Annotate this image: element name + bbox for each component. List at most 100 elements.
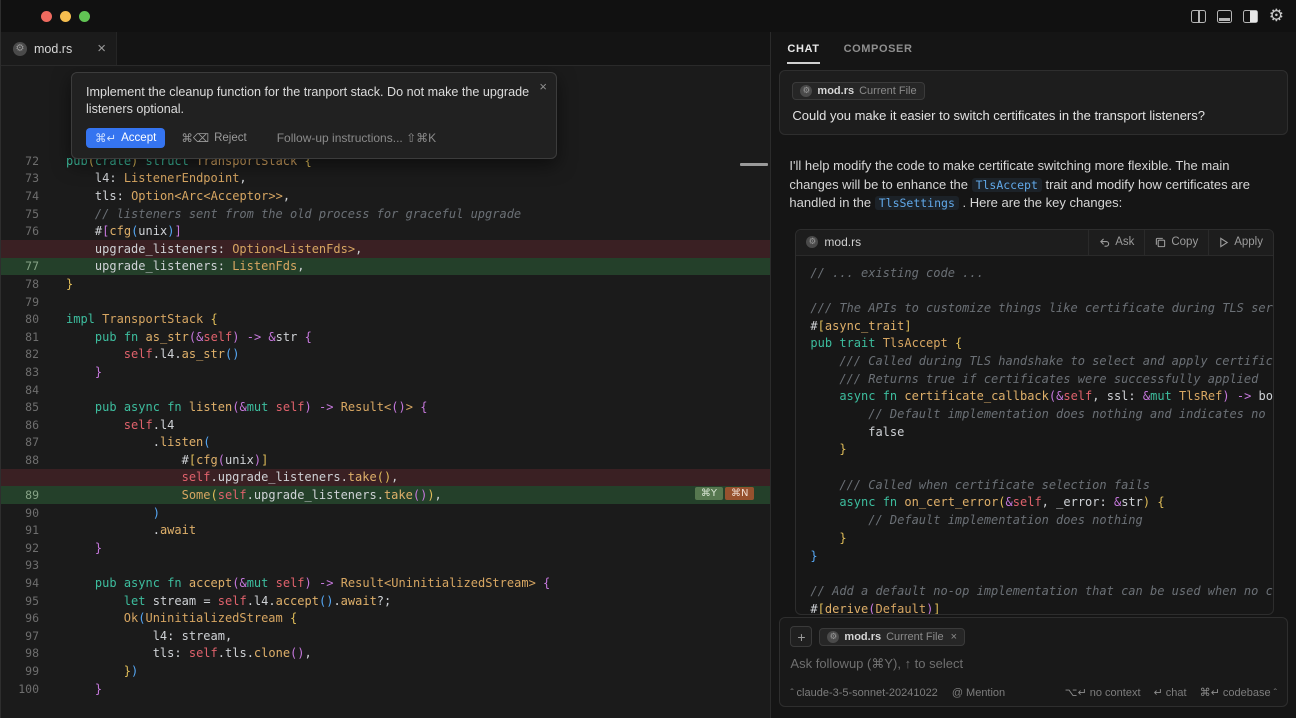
overview-ruler-mark [740, 163, 768, 166]
code-text: self.l4.as_str() [49, 347, 239, 361]
assistant-message-text: I'll help modify the code to make certif… [789, 157, 1267, 213]
line-number: 99 [1, 664, 49, 678]
code-line: 91 .await [1, 521, 770, 539]
line-number: 97 [1, 629, 49, 643]
code-line: 99 }) [1, 662, 770, 680]
add-context-button[interactable]: + [790, 626, 812, 647]
line-number: 89 [1, 488, 49, 502]
codeblock-filename: ⚙ mod.rs [806, 235, 861, 249]
code-text: upgrade_listeners: Option<ListenFds>, [49, 242, 362, 256]
codeblock-line: #[derive(Default)] [810, 602, 1273, 614]
hunk-badges: ⌘Y⌘N [695, 487, 755, 500]
code-text: .await [49, 523, 196, 537]
rust-file-icon: ⚙ [800, 85, 812, 97]
line-number: 72 [1, 154, 49, 168]
code-text: // listeners sent from the old process f… [49, 207, 521, 221]
code-text: ) [49, 506, 160, 520]
code-line: 76 #[cfg(unix)] [1, 222, 770, 240]
accept-button[interactable]: ⌘↵ Accept [86, 128, 165, 148]
apply-button[interactable]: Apply [1208, 230, 1273, 255]
ask-button[interactable]: Ask [1088, 230, 1144, 255]
assistant-codeblock: ⚙ mod.rs Ask Copy [795, 229, 1274, 615]
code-line: 75 // listeners sent from the old proces… [1, 205, 770, 223]
split-editor-icon[interactable] [1191, 10, 1206, 23]
code-text: pub async fn listen(&mut self) -> Result… [49, 400, 427, 414]
tab-mod-rs[interactable]: ⚙ mod.rs × [1, 32, 117, 65]
reject-hunk-badge[interactable]: ⌘N [725, 487, 754, 500]
chat-input-footer: ˆ claude-3-5-sonnet-20241022 @ Mention ⌥… [790, 686, 1277, 699]
close-window-button[interactable] [41, 11, 52, 22]
code-line: 82 self.l4.as_str() [1, 346, 770, 364]
chat-input-placeholder[interactable]: Ask followup (⌘Y), ↑ to select [790, 656, 1277, 672]
code-line: 90 ) [1, 504, 770, 522]
code-text: let stream = self.l4.accept().await?; [49, 594, 391, 608]
line-number: 73 [1, 171, 49, 185]
diff-deleted-line: upgrade_listeners: Option<ListenFds>, [1, 240, 770, 258]
editor-tabbar: ⚙ mod.rs × [1, 32, 770, 66]
user-message-text: Could you make it easier to switch certi… [792, 108, 1275, 123]
codebase-shortcut[interactable]: ⌘↵ codebase ˆ [1200, 686, 1277, 699]
code-text: tls: Option<Arc<Acceptor>>, [49, 189, 290, 203]
line-number: 78 [1, 277, 49, 291]
chat-panel: CHAT COMPOSER ⚙ mod.rs Current File Coul… [770, 32, 1296, 718]
code-text: tls: self.tls.clone(), [49, 646, 312, 660]
no-context-shortcut[interactable]: ⌥↵ no context [1065, 686, 1141, 699]
line-number: 98 [1, 646, 49, 660]
line-number: 95 [1, 594, 49, 608]
settings-gear-icon[interactable]: ⚙ [1269, 8, 1284, 25]
code-text: upgrade_listeners: ListenFds, [49, 259, 304, 273]
accept-shortcut: ⌘↵ [95, 131, 116, 145]
code-line: 86 self.l4 [1, 416, 770, 434]
codeblock-line: // Add a default no-op implementation th… [810, 584, 1273, 602]
reject-button[interactable]: ⌘⌫ Reject [181, 131, 246, 145]
codeblock-line: /// Called when certificate selection fa… [810, 478, 1273, 496]
mention-button[interactable]: @ Mention [952, 687, 1005, 699]
codeblock-line [810, 460, 1273, 478]
code-editor[interactable]: 72pub(crate) struct TransportStack {73 l… [1, 152, 770, 697]
line-number: 76 [1, 224, 49, 238]
accept-hunk-badge[interactable]: ⌘Y [695, 487, 723, 500]
codeblock-header: ⚙ mod.rs Ask Copy [796, 230, 1273, 256]
line-number: 86 [1, 418, 49, 432]
inline-edit-popup: Implement the cleanup function for the t… [71, 72, 557, 159]
copy-button[interactable]: Copy [1144, 230, 1208, 255]
code-line: 98 tls: self.tls.clone(), [1, 645, 770, 663]
chat-shortcut[interactable]: ↵ chat [1154, 686, 1187, 699]
inline-edit-prompt: Implement the cleanup function for the t… [86, 84, 538, 118]
codeblock-line: } [810, 549, 1273, 567]
toggle-panel-icon[interactable] [1217, 10, 1232, 23]
chevron-up-icon: ˆ [1274, 688, 1277, 699]
tab-close-icon[interactable]: × [97, 41, 106, 56]
copy-icon [1155, 237, 1166, 248]
inline-code: TlsAccept [972, 178, 1042, 192]
model-selector[interactable]: ˆ claude-3-5-sonnet-20241022 [790, 687, 937, 699]
code-text: pub async fn accept(&mut self) -> Result… [49, 576, 550, 590]
code-line: 81 pub fn as_str(&self) -> &str { [1, 328, 770, 346]
tab-chat[interactable]: CHAT [787, 34, 819, 64]
code-text: } [49, 365, 102, 379]
popup-close-icon[interactable]: × [539, 79, 547, 94]
code-line: 85 pub async fn listen(&mut self) -> Res… [1, 398, 770, 416]
code-line: 74 tls: Option<Arc<Acceptor>>, [1, 187, 770, 205]
zoom-window-button[interactable] [79, 11, 90, 22]
followup-instructions[interactable]: Follow-up instructions... ⇧⌘K [277, 131, 436, 145]
minimize-window-button[interactable] [60, 11, 71, 22]
tab-composer[interactable]: COMPOSER [844, 34, 913, 64]
code-line: 97 l4: stream, [1, 627, 770, 645]
codeblock-line: async fn certificate_callback(&self, ssl… [810, 389, 1273, 407]
codeblock-line: pub trait TlsAccept { [810, 336, 1273, 354]
code-text: l4: stream, [49, 629, 232, 643]
codeblock-line [810, 283, 1273, 301]
line-number: 88 [1, 453, 49, 467]
code-text: l4: ListenerEndpoint, [49, 171, 247, 185]
code-text: Ok(UninitializedStream { [49, 611, 297, 625]
code-text: } [49, 541, 102, 555]
toggle-sidebar-right-icon[interactable] [1243, 10, 1258, 23]
chip-close-icon[interactable]: × [951, 631, 957, 643]
code-text: impl TransportStack { [49, 312, 218, 326]
code-line: 87 .listen( [1, 434, 770, 452]
chat-input-box[interactable]: + ⚙ mod.rs Current File × Ask followup (… [779, 617, 1288, 707]
line-number: 85 [1, 400, 49, 414]
traffic-lights [41, 11, 90, 22]
codeblock-line: // ... existing code ... [810, 266, 1273, 284]
